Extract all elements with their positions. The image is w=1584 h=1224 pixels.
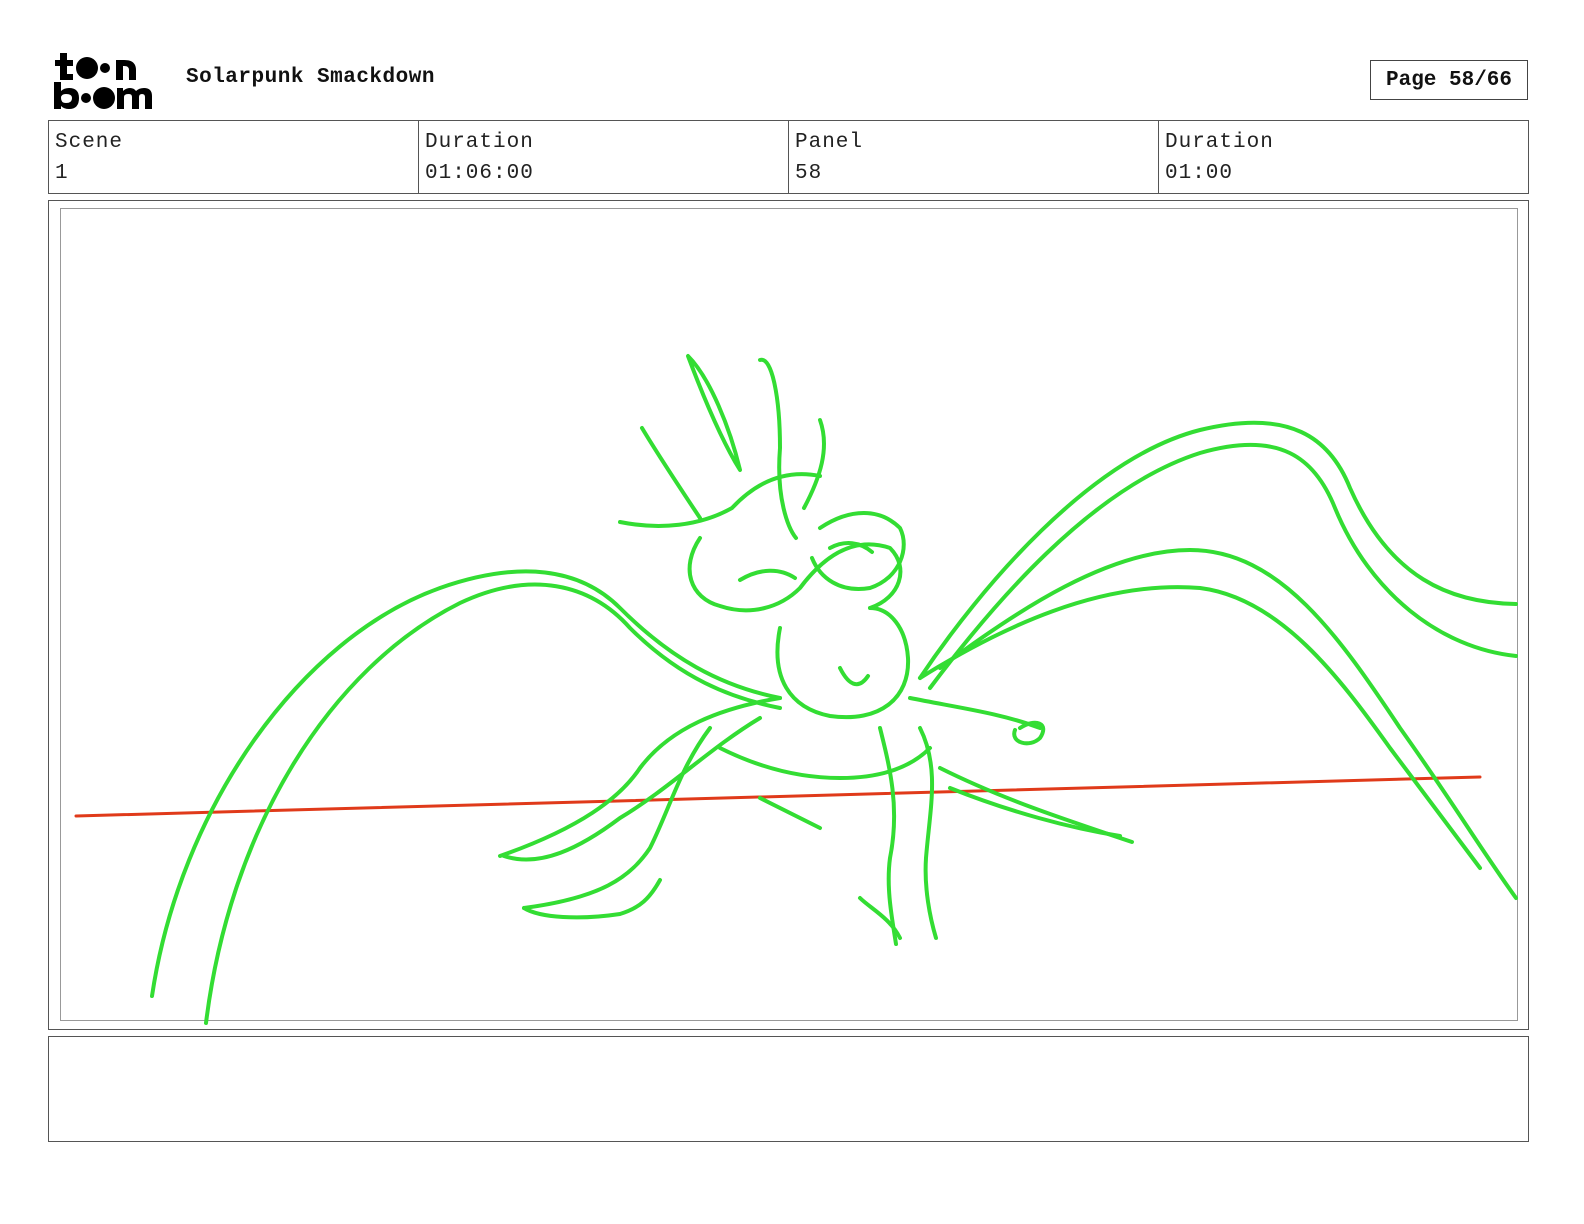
chest: [838, 666, 870, 687]
left-foot: [522, 878, 662, 920]
horizon-line: [74, 775, 1482, 818]
beak: [738, 568, 797, 582]
scene-duration-cell: Duration 01:06:00: [418, 121, 788, 193]
right-arm: [908, 696, 1042, 730]
crest-spike-2: [758, 357, 798, 540]
panel-value: 58: [795, 162, 823, 185]
panel-duration-label: Duration: [1165, 131, 1274, 154]
crest-spike-3: [640, 426, 702, 520]
scene-duration-value: 01:06:00: [425, 162, 534, 185]
right-wing-lower-inner: [918, 585, 1482, 870]
page-number: Page 58/66: [1370, 60, 1528, 100]
scene-info-table: Scene 1 Duration 01:06:00 Panel 58 Durat…: [48, 120, 1529, 194]
tail-feather: [938, 766, 1134, 844]
right-leg-2: [918, 726, 938, 940]
scene-label: Scene: [55, 131, 124, 154]
lower-body: [718, 746, 932, 780]
left-wing-outer: [150, 569, 782, 998]
hat-brim: [618, 472, 822, 528]
panel-cell: Panel 58: [788, 121, 1158, 193]
torso: [775, 606, 911, 720]
panel-label: Panel: [795, 131, 864, 154]
scene-duration-label: Duration: [425, 131, 534, 154]
scene-cell: Scene 1: [49, 121, 418, 193]
toon-boom-logo: [54, 53, 152, 109]
panel-notes: [48, 1036, 1529, 1142]
scene-value: 1: [55, 162, 69, 185]
face: [810, 511, 906, 591]
crest-spike-1: [686, 354, 742, 472]
left-arm: [498, 696, 782, 858]
right-leg: [878, 726, 898, 946]
right-wing-upper: [918, 420, 1518, 680]
project-title: Solarpunk Smackdown: [186, 66, 435, 89]
knee: [758, 796, 822, 830]
right-wing-upper-inner: [928, 442, 1518, 690]
crest-spike-4: [802, 418, 826, 510]
panel-duration-value: 01:00: [1165, 162, 1234, 185]
panel-sketch: [74, 354, 1518, 1025]
panel-duration-cell: Duration 01:00: [1158, 121, 1528, 193]
